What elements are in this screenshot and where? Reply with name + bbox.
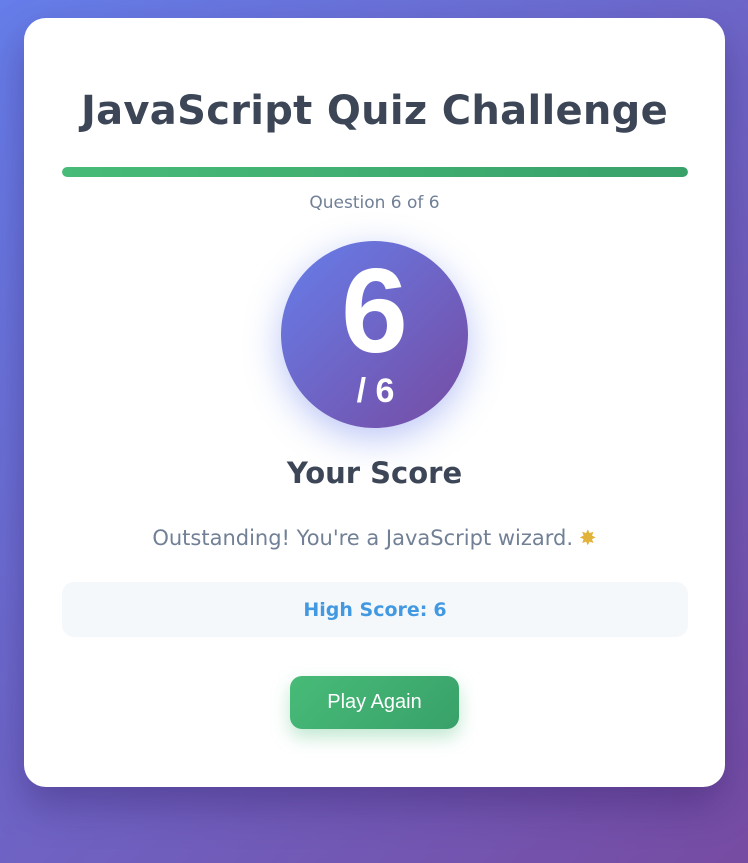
question-counter: Question 6 of 6: [309, 193, 440, 213]
progress-bar-fill: [62, 167, 688, 177]
high-score-value: 6: [433, 598, 447, 621]
quiz-card: JavaScript Quiz Challenge Question 6 of …: [24, 18, 725, 787]
score-circle: 6 / 6: [281, 241, 468, 428]
result-message: Outstanding! You're a JavaScript wizard.…: [24, 526, 725, 550]
score-heading: Your Score: [286, 456, 463, 490]
high-score-label: High Score:: [303, 598, 428, 621]
play-again-button[interactable]: Play Again: [290, 676, 459, 729]
sparkle-icon: ✸: [579, 526, 597, 550]
progress-bar: [62, 167, 688, 177]
high-score-box: High Score: 6: [62, 582, 688, 637]
score-total: / 6: [356, 372, 395, 410]
score-value: 6: [341, 244, 408, 378]
result-message-text: Outstanding! You're a JavaScript wizard.: [152, 526, 574, 550]
quiz-title: JavaScript Quiz Challenge: [80, 88, 669, 134]
